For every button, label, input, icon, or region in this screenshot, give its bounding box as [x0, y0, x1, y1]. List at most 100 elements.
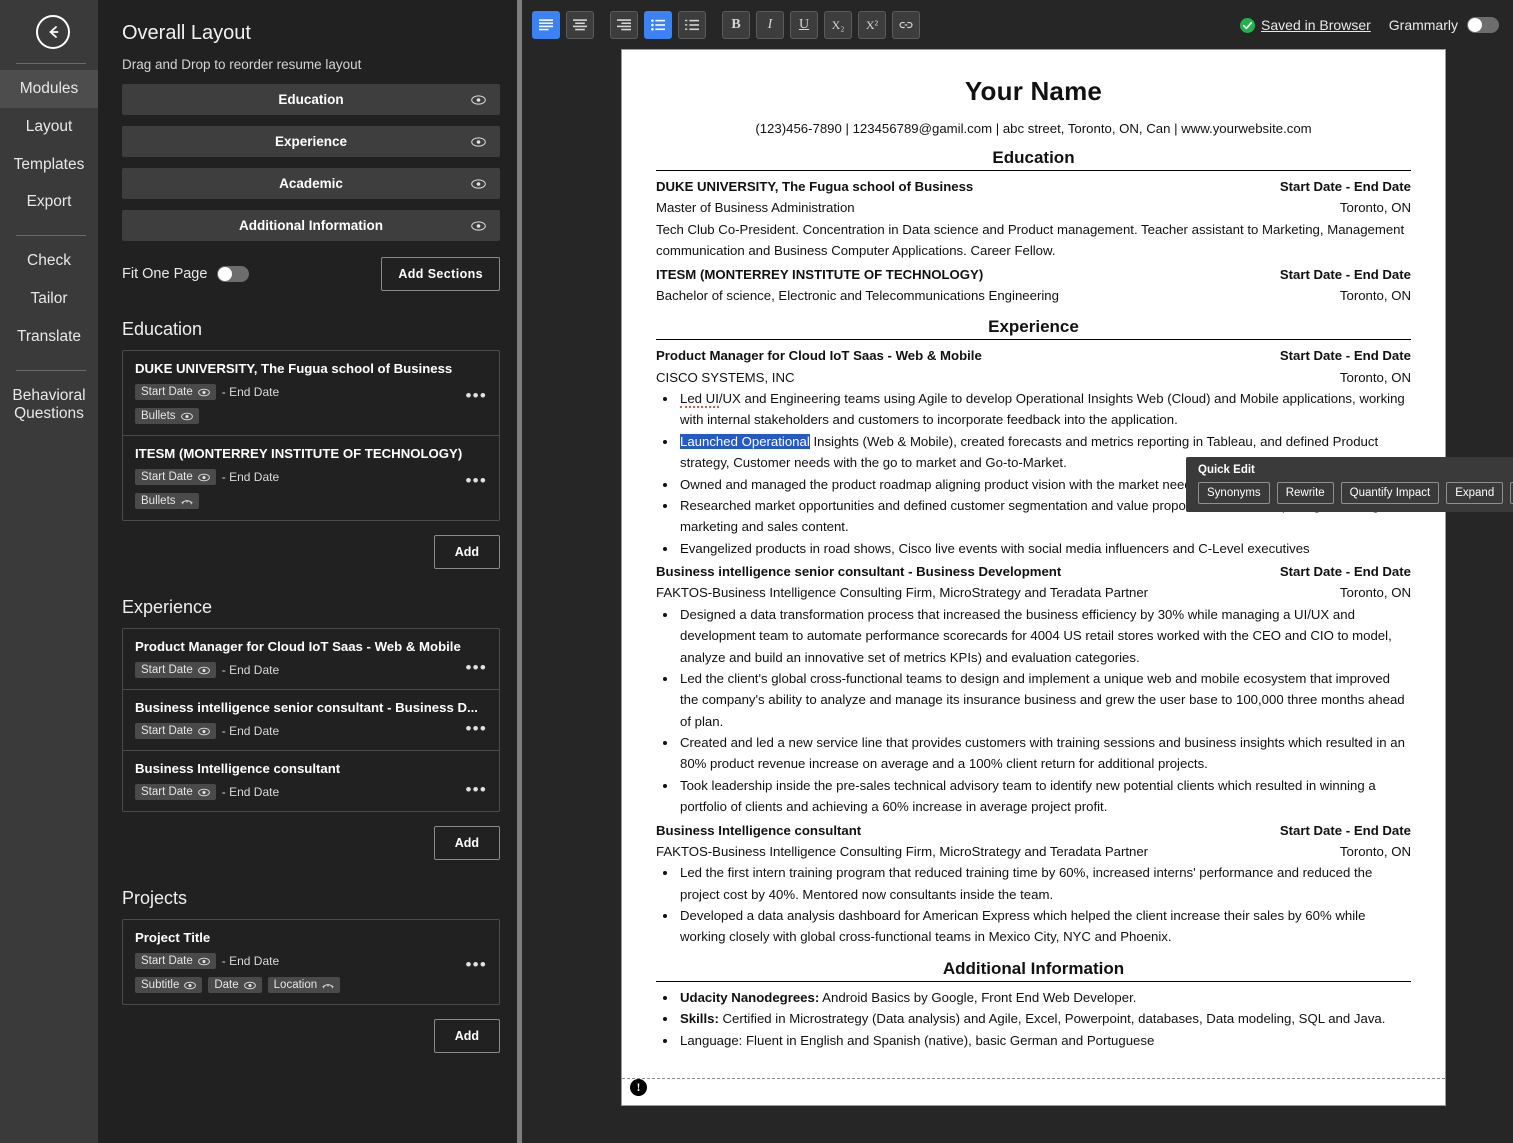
start-date-chip[interactable]: Start Date: [135, 784, 216, 800]
expand-button[interactable]: Expand: [1446, 482, 1504, 504]
align-left-button[interactable]: [532, 11, 560, 39]
eye-off-icon[interactable]: [180, 497, 193, 506]
link-button[interactable]: [892, 11, 920, 39]
bullet-item[interactable]: Created and led a new service line that …: [678, 732, 1411, 775]
resume-content[interactable]: Your Name (123)456-7890 | 123456789@gami…: [622, 50, 1445, 1051]
more-options-icon[interactable]: •••: [466, 472, 487, 489]
eye-icon[interactable]: [197, 957, 210, 966]
eye-icon[interactable]: [180, 412, 193, 421]
quantify-impact-button[interactable]: Quantify Impact: [1340, 482, 1440, 504]
bullets-chip[interactable]: Bullets: [135, 408, 199, 424]
synonyms-button[interactable]: Synonyms: [1198, 482, 1270, 504]
layout-row-academic[interactable]: Academic: [122, 168, 500, 199]
saved-status[interactable]: Saved in Browser: [1240, 17, 1371, 33]
entry-location[interactable]: Toronto, ON: [1340, 582, 1411, 603]
education-entry[interactable]: ITESM (MONTERREY INSTITUTE OF TECHNOLOGY…: [656, 264, 1411, 307]
entry-dates[interactable]: Start Date - End Date: [1280, 820, 1411, 841]
entry-location[interactable]: Toronto, ON: [1340, 197, 1411, 218]
back-arrow-circle-icon[interactable]: [36, 15, 70, 49]
selected-text[interactable]: Launched Operational: [680, 433, 810, 449]
layout-row-education[interactable]: Education: [122, 84, 500, 115]
list-item[interactable]: Project Title Start Date - End Date Subt…: [123, 920, 499, 1004]
page-overflow-warning-icon[interactable]: !: [630, 1079, 647, 1096]
entry-dates[interactable]: Start Date - End Date: [1280, 345, 1411, 366]
sidebar-item-layout[interactable]: Layout: [0, 108, 98, 146]
sidebar-item-tailor[interactable]: Tailor: [0, 280, 98, 318]
start-date-chip[interactable]: Start Date: [135, 953, 216, 969]
sidebar-item-translate[interactable]: Translate: [0, 318, 98, 356]
experience-entry[interactable]: Business Intelligence consultant Start D…: [656, 820, 1411, 948]
eye-icon[interactable]: [471, 220, 486, 231]
sidebar-item-check[interactable]: Check: [0, 242, 98, 280]
entry-location[interactable]: Toronto, ON: [1340, 285, 1411, 306]
bullet-list[interactable]: Udacity Nanodegrees: Android Basics by G…: [656, 987, 1411, 1051]
more-options-icon[interactable]: •••: [466, 720, 487, 737]
misspelled-word[interactable]: Led UI: [680, 391, 719, 408]
entry-location[interactable]: Toronto, ON: [1340, 841, 1411, 862]
experience-entry[interactable]: Product Manager for Cloud IoT Saas - Web…: [656, 345, 1411, 559]
education-entry[interactable]: DUKE UNIVERSITY, The Fugua school of Bus…: [656, 176, 1411, 262]
eye-icon[interactable]: [197, 666, 210, 675]
bullet-text[interactable]: Android Basics by Google, Front End Web …: [819, 990, 1136, 1005]
more-options-icon[interactable]: •••: [466, 956, 487, 973]
entry-subtitle[interactable]: Bachelor of science, Electronic and Tele…: [656, 285, 1059, 306]
bulleted-list-button[interactable]: [644, 11, 672, 39]
align-right-button[interactable]: [610, 11, 638, 39]
eye-icon[interactable]: [184, 981, 197, 990]
underline-button[interactable]: U: [790, 11, 818, 39]
bullet-list[interactable]: Designed a data transformation process t…: [656, 604, 1411, 818]
eye-icon[interactable]: [197, 727, 210, 736]
start-date-chip[interactable]: Start Date: [135, 469, 216, 485]
eye-icon[interactable]: [471, 136, 486, 147]
rewrite-button[interactable]: Rewrite: [1276, 482, 1334, 504]
bullet-item[interactable]: Skills: Certified in Microstrategy (Data…: [678, 1008, 1411, 1029]
eye-icon[interactable]: [197, 788, 210, 797]
list-item[interactable]: DUKE UNIVERSITY, The Fugua school of Bus…: [123, 351, 499, 435]
add-sections-button[interactable]: Add Sections: [381, 257, 500, 291]
experience-entry[interactable]: Business intelligence senior consultant …: [656, 561, 1411, 818]
bullet-item[interactable]: Took leadership inside the pre-sales tec…: [678, 775, 1411, 818]
resume-contact-line[interactable]: (123)456-7890 | 123456789@gamil.com | ab…: [656, 121, 1411, 136]
list-item[interactable]: Business intelligence senior consultant …: [123, 689, 499, 750]
entry-dates[interactable]: Start Date - End Date: [1280, 561, 1411, 582]
bullet-text[interactable]: /UX and Engineering teams using Agile to…: [680, 391, 1405, 427]
bullet-text[interactable]: Certified in Microstrategy (Data analysi…: [719, 1011, 1386, 1026]
eye-icon[interactable]: [471, 178, 486, 189]
entry-dates[interactable]: Start Date - End Date: [1280, 176, 1411, 197]
bold-button[interactable]: B: [722, 11, 750, 39]
fit-one-page-toggle[interactable]: [217, 266, 250, 282]
eye-icon[interactable]: [243, 981, 256, 990]
bullet-item[interactable]: Language: Fluent in English and Spanish …: [678, 1030, 1411, 1051]
sidebar-item-templates[interactable]: Templates: [0, 146, 98, 184]
location-chip[interactable]: Location: [267, 977, 341, 993]
sidebar-item-behavioral-questions[interactable]: Behavioral Questions: [0, 377, 98, 433]
layout-row-additional-information[interactable]: Additional Information: [122, 210, 500, 241]
add-experience-button[interactable]: Add: [433, 826, 500, 860]
entry-subtitle[interactable]: Master of Business Administration: [656, 197, 855, 218]
entry-paragraph[interactable]: Tech Club Co-President. Concentration in…: [656, 219, 1411, 262]
bullet-item[interactable]: Led the client's global cross-functional…: [678, 668, 1411, 732]
start-date-chip[interactable]: Start Date: [135, 723, 216, 739]
bullet-item[interactable]: Led UI/UX and Engineering teams using Ag…: [678, 388, 1411, 431]
eye-icon[interactable]: [197, 473, 210, 482]
resume-page[interactable]: Your Name (123)456-7890 | 123456789@gami…: [622, 50, 1445, 1105]
subtitle-chip[interactable]: Subtitle: [135, 977, 203, 993]
entry-title[interactable]: DUKE UNIVERSITY, The Fugua school of Bus…: [656, 176, 973, 197]
superscript-button[interactable]: X²: [858, 11, 886, 39]
bullets-chip[interactable]: Bullets: [135, 493, 199, 509]
resume-section-heading-education[interactable]: Education: [656, 148, 1411, 168]
entry-title[interactable]: Product Manager for Cloud IoT Saas - Web…: [656, 345, 982, 366]
entry-dates[interactable]: Start Date - End Date: [1280, 264, 1411, 285]
eye-off-icon[interactable]: [322, 981, 334, 990]
align-center-button[interactable]: [566, 11, 594, 39]
entry-location[interactable]: Toronto, ON: [1340, 367, 1411, 388]
sidebar-item-export[interactable]: Export: [0, 183, 98, 221]
add-project-button[interactable]: Add: [433, 1019, 500, 1053]
entry-company[interactable]: CISCO SYSTEMS, INC: [656, 367, 795, 388]
start-date-chip[interactable]: Start Date: [135, 384, 216, 400]
grammarly-toggle[interactable]: [1467, 17, 1499, 33]
numbered-list-button[interactable]: [678, 11, 706, 39]
resume-name[interactable]: Your Name: [656, 76, 1411, 107]
eye-icon[interactable]: [471, 94, 486, 105]
date-chip[interactable]: Date: [208, 977, 262, 993]
